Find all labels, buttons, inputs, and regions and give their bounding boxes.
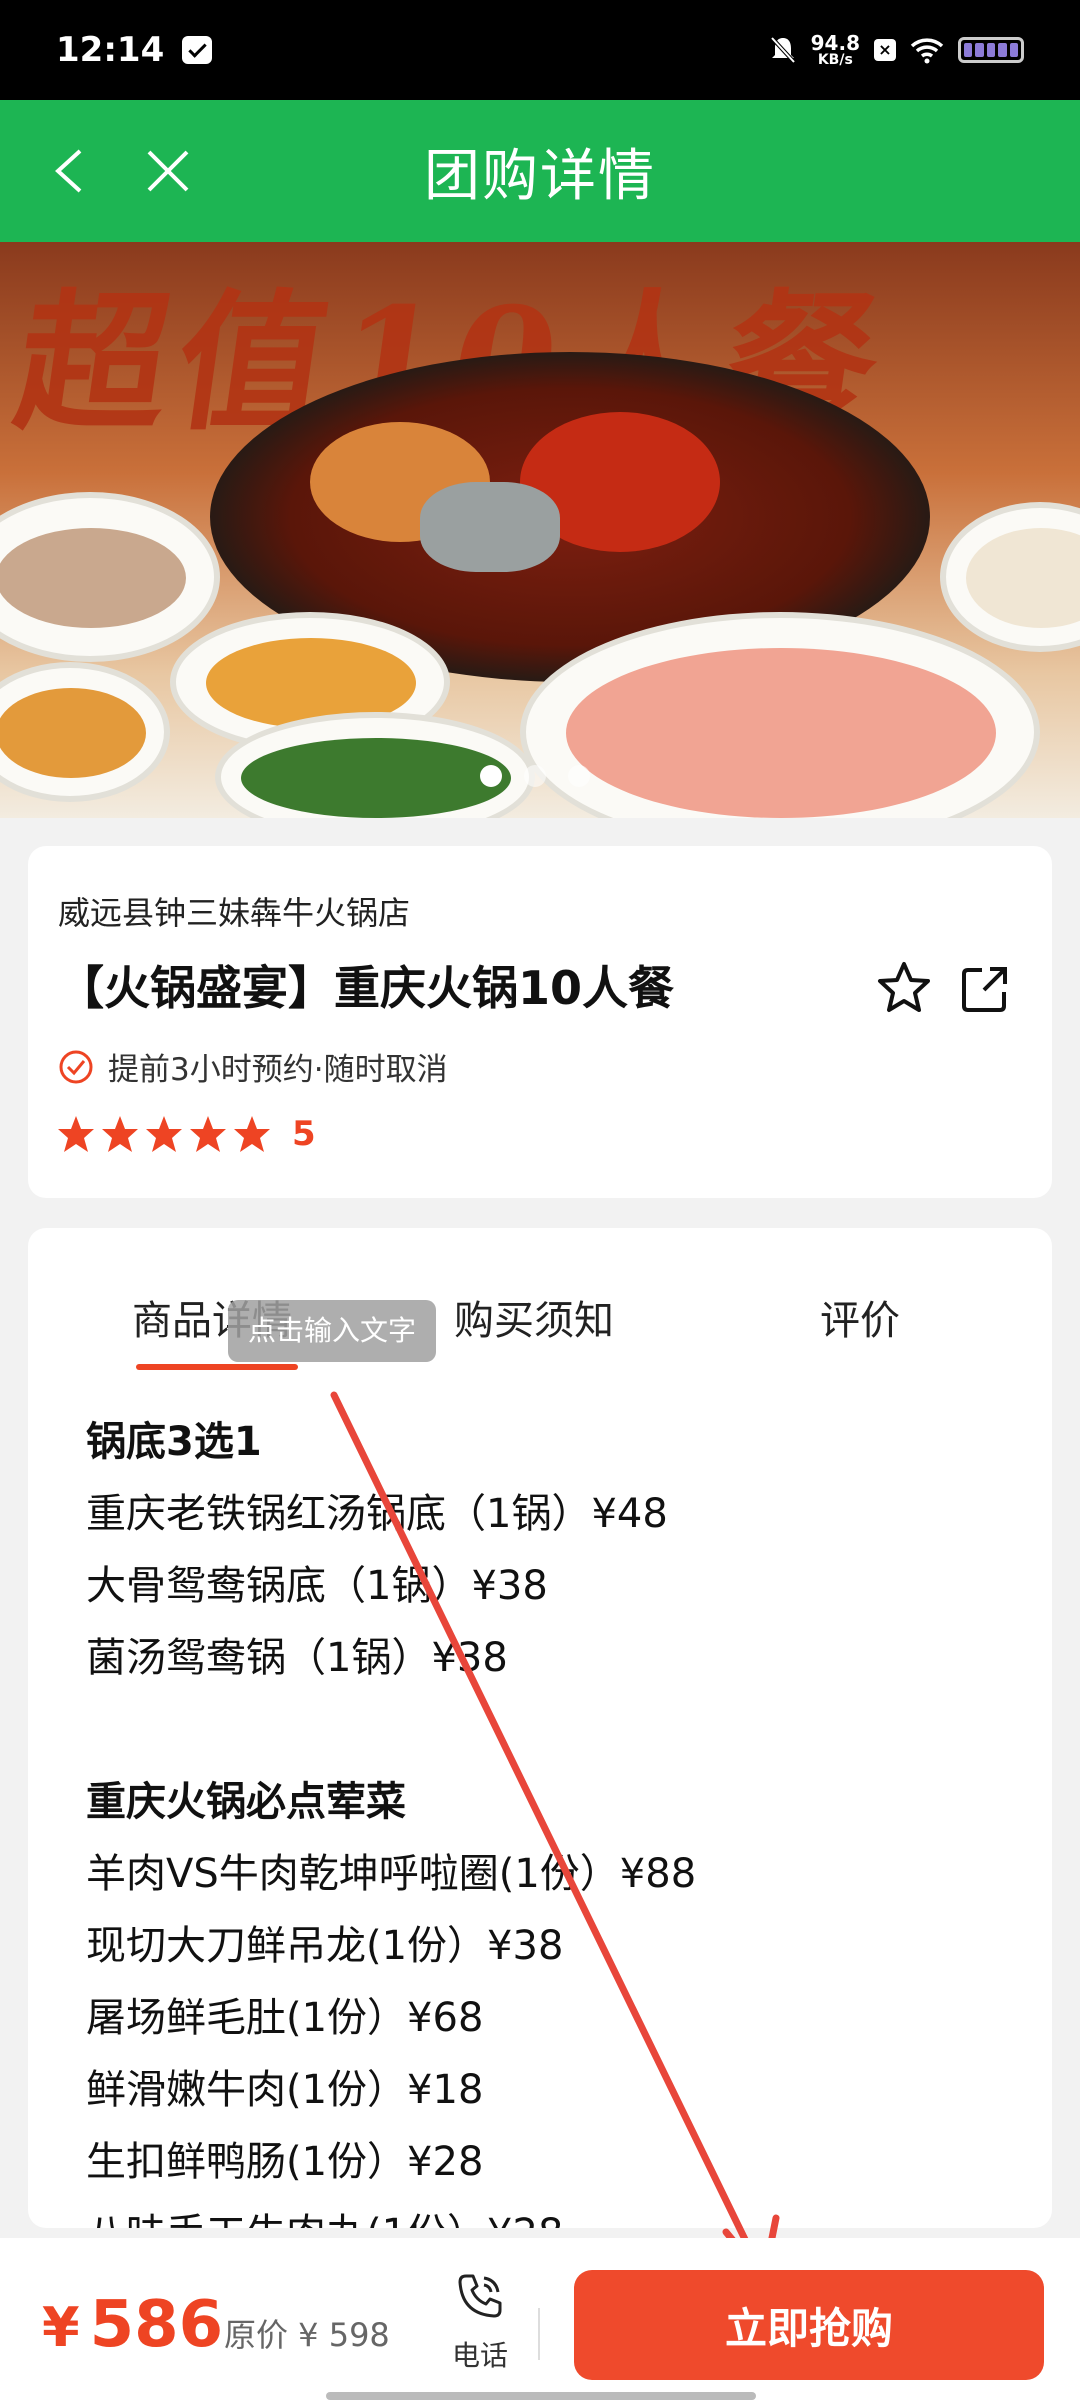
product-info-card: 威远县钟三妹犇牛火锅店 【火锅盛宴】重庆火锅10人餐 提前3小时预约·随时取消 … — [28, 846, 1052, 1198]
pot-ingredient — [420, 482, 560, 572]
mute-bell-icon — [770, 36, 796, 64]
list-item: 八味手工牛肉丸(1份）¥28 — [86, 2198, 1026, 2228]
home-indicator[interactable] — [326, 2392, 756, 2400]
phone-label: 电话 — [451, 2339, 508, 2372]
detail-card: 商品详情 购买须知 评价 点击输入文字 锅底3选1 重庆老铁锅红汤锅底（1锅）¥… — [28, 1228, 1052, 2228]
product-title: 【火锅盛宴】重庆火锅10人餐 — [58, 961, 675, 1015]
notification-icon — [182, 36, 213, 64]
phone-button[interactable]: 电话 — [440, 2270, 520, 2374]
tab-reviews[interactable]: 评价 — [820, 1288, 900, 1346]
bottom-action-bar: ¥ 586 原价 ¥ 598 电话 立即抢购 — [0, 2238, 1080, 2408]
input-text-tooltip[interactable]: 点击输入文字 — [228, 1300, 437, 1362]
list-item: 鲜滑嫩牛肉(1份）¥18 — [86, 2067, 484, 2113]
star-icon — [102, 1116, 138, 1152]
section-title: 重庆火锅必点荤菜 — [86, 1779, 406, 1825]
tab-bar: 商品详情 购买须知 评价 — [28, 1288, 1052, 1368]
plate-image — [940, 502, 1080, 652]
star-icon — [146, 1116, 182, 1152]
rating-value: 5 — [292, 1114, 316, 1154]
plate-image — [0, 662, 170, 802]
star-icon — [58, 1116, 94, 1152]
price-value: 586 — [89, 2288, 224, 2362]
section-title: 锅底3选1 — [86, 1419, 262, 1465]
original-price: 原价 ¥ 598 — [224, 2316, 390, 2354]
carousel-dot — [524, 765, 546, 787]
list-item: 屠场鲜毛肚(1份）¥68 — [86, 1995, 484, 2041]
favorite-star-icon[interactable] — [876, 960, 932, 1016]
active-tab-indicator — [136, 1364, 298, 1370]
list-item: 大骨鸳鸯锅底（1锅）¥38 — [86, 1563, 548, 1609]
star-icon — [234, 1116, 270, 1152]
net-speed: 94.8 KB/s — [811, 33, 860, 67]
back-icon[interactable] — [50, 148, 90, 194]
carousel-dot — [480, 765, 502, 787]
list-item: 生扣鲜鸭肠(1份）¥28 — [86, 2139, 484, 2185]
list-item: 羊肉VS牛肉乾坤呼啦圈(1份）¥88 — [86, 1851, 697, 1897]
plate-image — [0, 492, 220, 662]
list-item: 菌汤鸳鸯锅（1锅）¥38 — [86, 1635, 508, 1681]
star-icon — [190, 1116, 226, 1152]
tab-purchase-notes[interactable]: 购买须知 — [454, 1288, 614, 1346]
divider — [538, 2308, 540, 2360]
buy-now-button[interactable]: 立即抢购 — [574, 2270, 1044, 2380]
rating: 5 — [56, 1114, 316, 1154]
product-image-carousel[interactable]: 超值10人餐 — [0, 242, 1080, 818]
current-price: ¥ 586 — [42, 2288, 223, 2362]
check-circle-icon — [59, 1050, 93, 1083]
booking-policy: 提前3小时预约·随时取消 — [58, 1044, 448, 1089]
close-box-icon: × — [874, 39, 896, 61]
list-item: 现切大刀鲜吊龙(1份）¥38 — [86, 1923, 564, 1969]
close-icon[interactable] — [145, 148, 191, 194]
status-right: 94.8 KB/s × — [769, 33, 1024, 67]
status-bar: 12:14 94.8 KB/s × — [0, 0, 1080, 100]
page-title: 团购详情 — [424, 143, 656, 209]
currency-symbol: ¥ — [42, 2296, 80, 2359]
carousel-dot — [568, 765, 590, 787]
status-left: 12:14 — [56, 30, 213, 70]
phone-icon — [458, 2274, 502, 2318]
net-speed-value: 94.8 — [810, 31, 860, 55]
shop-name[interactable]: 威远县钟三妹犇牛火锅店 — [58, 888, 410, 934]
app-header: 团购详情 — [0, 100, 1080, 242]
booking-policy-text: 提前3小时预约·随时取消 — [108, 1052, 448, 1088]
net-speed-unit: KB/s — [817, 52, 853, 68]
share-icon[interactable] — [960, 964, 1010, 1014]
package-contents: 锅底3选1 重庆老铁锅红汤锅底（1锅）¥48 大骨鸳鸯锅底（1锅）¥38 菌汤鸳… — [86, 1406, 1026, 2228]
status-time: 12:14 — [56, 30, 165, 70]
battery-icon — [958, 37, 1024, 63]
carousel-indicator — [480, 765, 590, 787]
wifi-icon — [910, 38, 944, 64]
list-item: 重庆老铁锅红汤锅底（1锅）¥48 — [86, 1491, 668, 1537]
